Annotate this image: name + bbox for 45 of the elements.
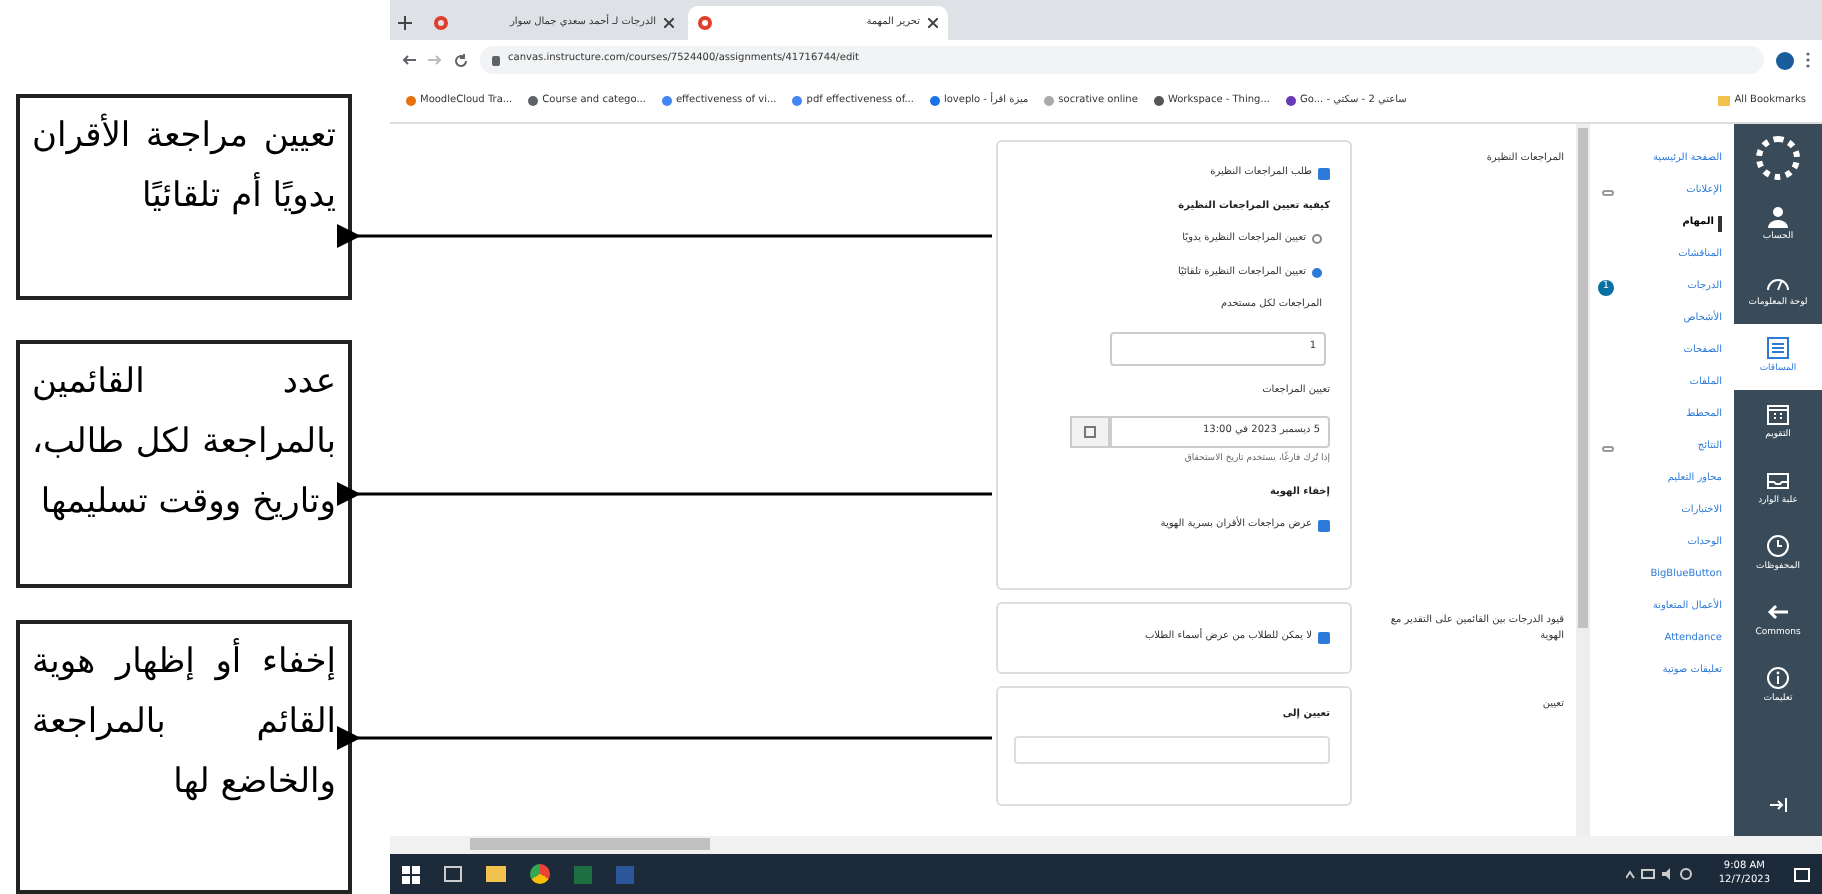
- reload-icon[interactable]: [454, 53, 468, 67]
- calendar-button[interactable]: [1070, 416, 1110, 448]
- history-icon: [1766, 534, 1790, 559]
- callout-text: تعيين مراجعة الأقران يدويًا أم تلقائيًا: [16, 94, 352, 301]
- radio-button[interactable]: [1312, 234, 1322, 245]
- checkbox[interactable]: [1318, 632, 1330, 644]
- browser-icon[interactable]: [530, 864, 550, 884]
- tab-favicon-icon: [434, 16, 448, 30]
- courses-icon: [1766, 336, 1790, 361]
- back-icon[interactable]: [402, 54, 416, 66]
- logo-icon: [1756, 136, 1800, 180]
- task-view-icon[interactable]: [444, 866, 462, 882]
- horizontal-scrollbar[interactable]: [390, 836, 1822, 854]
- bookmark-favicon-icon: [1285, 96, 1296, 106]
- callout-text: إخفاء أو إظهار هوية القائم بالمراجعة والخاضع لها: [16, 620, 352, 894]
- checkbox[interactable]: [1318, 167, 1330, 180]
- bookmark-favicon-icon: [1044, 96, 1055, 106]
- checkbox[interactable]: [1318, 520, 1330, 532]
- tray-icons: [1626, 868, 1695, 880]
- bookmark-favicon-icon: [661, 96, 672, 106]
- calendar-icon: [1084, 426, 1096, 438]
- scrollbar[interactable]: [1576, 124, 1590, 836]
- bookmark-favicon-icon: [528, 96, 539, 106]
- notification-icon[interactable]: [1794, 867, 1810, 881]
- close-icon[interactable]: [928, 18, 938, 28]
- account-icon: [1766, 204, 1790, 229]
- bookmark-favicon-icon: [929, 96, 940, 106]
- profile-icon[interactable]: [1776, 51, 1794, 69]
- callout-text: عدد القائمين بالمراجعة لكل طالب، وتاريخ ووقت تسليمها: [16, 340, 352, 589]
- close-icon[interactable]: [664, 18, 674, 28]
- calendar-icon: [1766, 402, 1790, 427]
- new-tab-icon[interactable]: [398, 16, 412, 30]
- collapse-icon[interactable]: [1769, 798, 1787, 812]
- spreadsheet-icon[interactable]: [574, 865, 592, 883]
- commons-icon: [1766, 600, 1790, 625]
- tab-favicon-icon: [698, 16, 712, 30]
- bookmark-favicon-icon: [406, 96, 416, 106]
- folder-icon: [1718, 96, 1731, 106]
- inbox-icon: [1766, 468, 1790, 493]
- help-icon: [1766, 666, 1790, 691]
- radio-button[interactable]: [1312, 267, 1322, 278]
- bookmark-favicon-icon: [792, 96, 803, 106]
- start-icon[interactable]: [402, 865, 420, 883]
- lock-icon: [492, 55, 500, 65]
- bookmark-favicon-icon: [1153, 96, 1164, 106]
